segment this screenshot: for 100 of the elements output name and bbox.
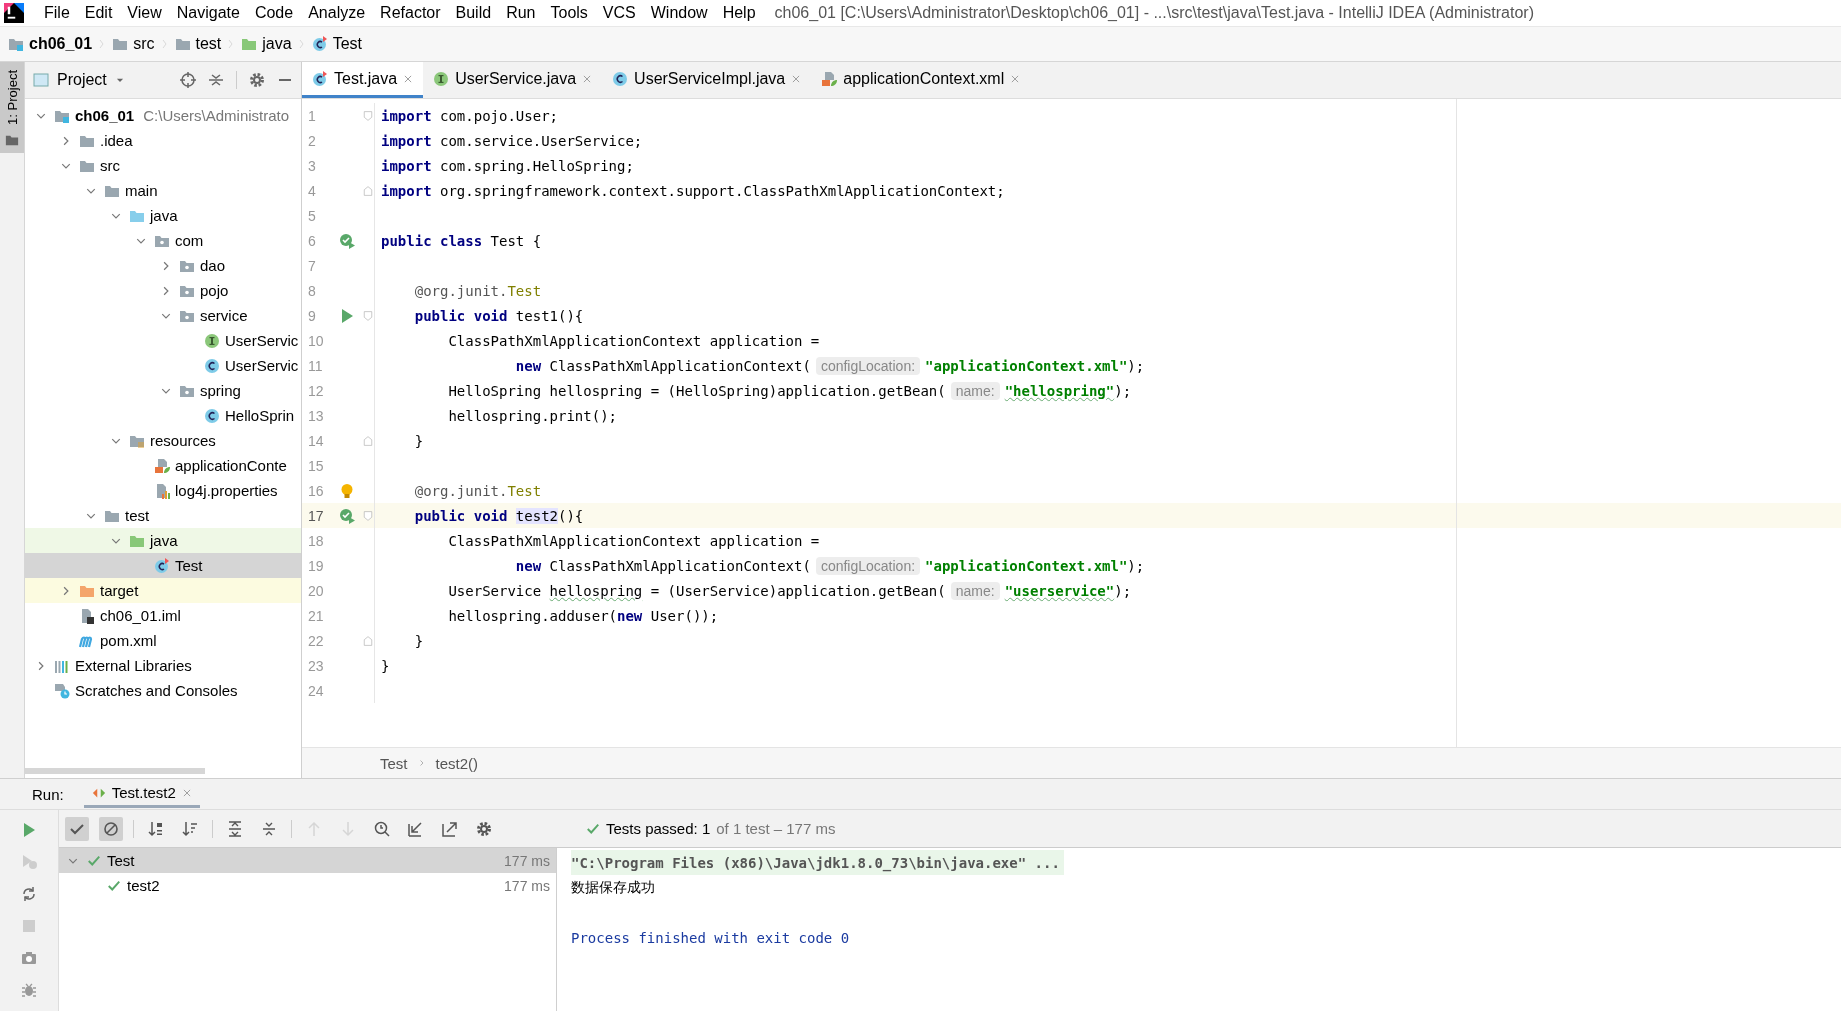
tree-item[interactable]: Scratches and Consoles [25, 678, 301, 703]
tree-item[interactable]: External Libraries [25, 653, 301, 678]
tree-item[interactable]: ch06_01.iml [25, 603, 301, 628]
editor-tab[interactable]: UserService.java [423, 62, 603, 98]
xml-file-icon [154, 457, 170, 474]
menu-item[interactable]: Tools [544, 4, 597, 22]
app-logo-icon[interactable] [4, 3, 24, 23]
editor-tab[interactable]: Test.java [302, 62, 424, 98]
tree-item[interactable]: applicationConte [25, 453, 301, 478]
line-number: 11 [307, 357, 324, 374]
menu-item[interactable]: Edit [78, 4, 122, 22]
menu-item[interactable]: Run [500, 4, 545, 22]
menu-item[interactable]: Window [644, 4, 717, 22]
fold-start-icon[interactable] [363, 309, 373, 322]
tree-item[interactable]: java [25, 528, 301, 553]
parameter-hint: name: [950, 581, 1000, 600]
line-number: 9 [307, 307, 317, 324]
camera-icon[interactable] [21, 950, 37, 966]
fold-start-icon[interactable] [363, 509, 373, 522]
settings-icon[interactable] [249, 72, 265, 88]
expand-all-icon [227, 820, 243, 837]
tree-item[interactable]: HelloSprin [25, 403, 301, 428]
test-summary: of 1 test – 177 ms [716, 820, 836, 837]
tree-item[interactable]: dao [25, 253, 301, 278]
menu-item[interactable]: Build [449, 4, 501, 22]
breadcrumb-item[interactable]: Test [332, 35, 362, 53]
arrow-down-icon [340, 820, 356, 837]
breadcrumb-item[interactable]: test2() [435, 754, 479, 772]
test-tree-item[interactable]: test2 177 ms [59, 873, 556, 898]
breadcrumb-item[interactable]: test [195, 35, 222, 53]
tree-item[interactable]: target [25, 578, 301, 603]
run-tab[interactable]: Test.test2 [83, 780, 200, 808]
tree-item[interactable]: spring [25, 378, 301, 403]
run-icon[interactable] [21, 822, 37, 838]
close-icon[interactable] [582, 73, 593, 84]
close-icon[interactable] [791, 73, 802, 84]
tree-item[interactable]: com [25, 228, 301, 253]
tree-item[interactable]: UserServic [25, 328, 301, 353]
tool-window-tab[interactable]: 1: Project [0, 62, 24, 153]
tree-item[interactable]: src [25, 153, 301, 178]
close-icon[interactable] [1010, 73, 1021, 84]
toolbar-button[interactable] [65, 816, 89, 841]
scrollbar[interactable] [25, 768, 205, 774]
menu-item[interactable]: Navigate [170, 4, 249, 22]
breadcrumb-item[interactable]: java [262, 35, 292, 53]
tree-item[interactable]: .idea [25, 128, 301, 153]
run-icon[interactable] [339, 307, 355, 324]
menu-item[interactable]: Help [716, 4, 765, 22]
import-icon [408, 820, 424, 837]
tree-item[interactable]: ch06_01 C:\Users\Administrato [25, 103, 301, 128]
line-number: 16 [307, 482, 325, 499]
test-tree-item[interactable]: Test 177 ms [59, 848, 556, 873]
run-tests-icon[interactable] [339, 507, 355, 524]
folder-icon [112, 36, 129, 52]
editor-tab[interactable]: UserServiceImpl.java [602, 62, 812, 98]
breadcrumb-item[interactable]: ch06_01 [29, 35, 93, 53]
line-number: 20 [307, 582, 325, 599]
close-icon[interactable] [403, 73, 414, 84]
light-bulb-icon[interactable] [339, 482, 355, 499]
locate-icon[interactable] [180, 72, 196, 88]
line-number: 6 [307, 232, 317, 249]
line-number: 8 [307, 282, 317, 299]
bug-icon[interactable] [21, 982, 37, 998]
export-icon [442, 820, 458, 837]
scratch-clock-icon [54, 682, 70, 699]
tree-item[interactable]: test [25, 503, 301, 528]
tree-item[interactable]: java [25, 203, 301, 228]
menu-item[interactable]: View [121, 4, 171, 22]
panel-label: Run: [32, 785, 64, 803]
toolbar-button[interactable] [99, 816, 123, 841]
tree-item[interactable]: main [25, 178, 301, 203]
fold-start-icon[interactable] [363, 109, 373, 122]
path-label: C:\Users\Administrato [143, 107, 290, 124]
tree-item[interactable]: resources [25, 428, 301, 453]
menu-item[interactable]: Analyze [302, 4, 375, 22]
code-text: "userservice"); [1004, 582, 1132, 599]
tree-item[interactable]: pojo [25, 278, 301, 303]
tree-item[interactable]: Test [25, 553, 301, 578]
collapse-all-icon[interactable] [208, 72, 224, 88]
parameter-hint: configLocation: [815, 356, 921, 375]
close-icon[interactable] [181, 787, 192, 798]
tree-item[interactable]: UserServic [25, 353, 301, 378]
menu-item[interactable]: File [38, 4, 79, 22]
project-view-selector[interactable]: Project [33, 71, 125, 89]
run-tests-icon[interactable] [339, 232, 355, 249]
code-text: } [381, 657, 390, 674]
menu-item[interactable]: VCS [596, 4, 645, 22]
line-number: 19 [307, 557, 325, 574]
breadcrumb-item[interactable]: Test [380, 754, 408, 772]
tree-item[interactable]: pom.xml [25, 628, 301, 653]
breadcrumb-item[interactable]: src [133, 35, 155, 53]
menu-item[interactable]: Code [248, 4, 303, 22]
menu-item[interactable]: Refactor [374, 4, 450, 22]
auto-test-icon[interactable] [21, 886, 37, 902]
line-number: 3 [307, 157, 317, 174]
line-number: 22 [307, 632, 325, 649]
editor-tab[interactable]: applicationContext.xml [811, 62, 1031, 98]
tree-item[interactable]: service [25, 303, 301, 328]
code-text: import org.springframework.context.support.ClassPathXmlApplicationContext; [381, 182, 1005, 199]
tree-item[interactable]: log4j.properties [25, 478, 301, 503]
